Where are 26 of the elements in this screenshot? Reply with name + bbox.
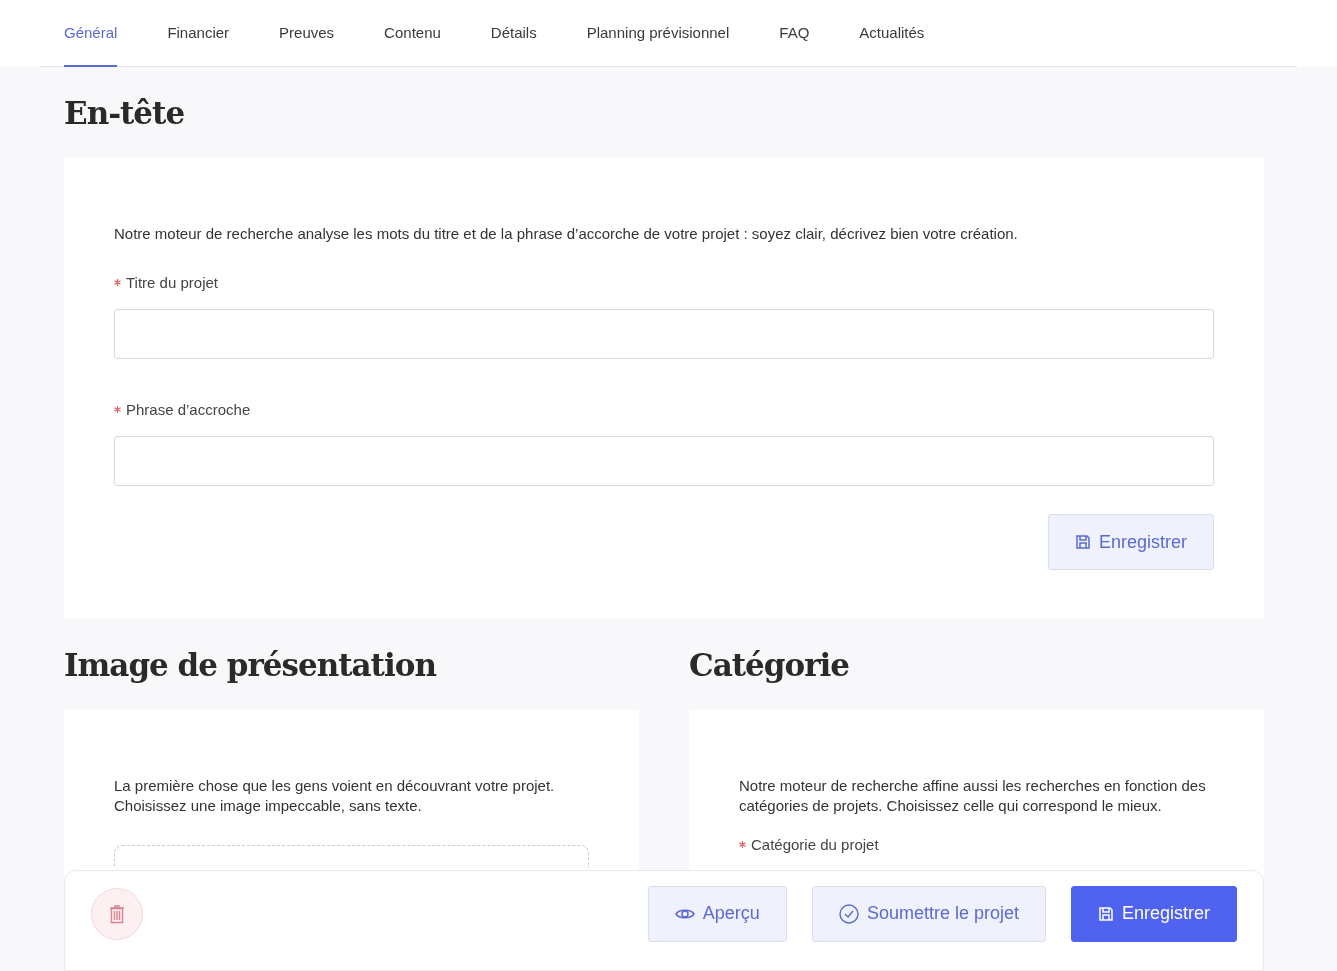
input-field[interactable] bbox=[114, 309, 1214, 359]
check-circle-icon bbox=[838, 903, 859, 924]
tab[interactable]: Financier bbox=[167, 0, 230, 67]
tab[interactable]: Général bbox=[64, 0, 118, 67]
field-label: Catégorie du projet bbox=[751, 836, 879, 853]
action-button[interactable]: Aperçu bbox=[647, 885, 787, 942]
save-button[interactable]: Enregistrer bbox=[1047, 514, 1214, 570]
intro-text: La première chose que les gens voient en découvrant votre projet. Choisissez une image impeccable, sans texte. bbox=[114, 776, 556, 816]
tab[interactable]: Contenu bbox=[384, 0, 441, 67]
section-heading: En-tête bbox=[64, 94, 186, 133]
intro-text: Notre moteur de recherche affine aussi les recherches en fonction des catégories de projets. Choisissez celle qui correspond le mieux. bbox=[739, 776, 1207, 816]
tab[interactable]: Actualités bbox=[859, 0, 925, 67]
field-label: Titre du projet bbox=[126, 274, 218, 291]
image-drop-zone[interactable] bbox=[114, 845, 589, 867]
section-heading: Catégorie bbox=[689, 646, 850, 685]
tab[interactable]: Planning prévisionnel bbox=[586, 0, 730, 67]
field-label: Phrase d’accroche bbox=[126, 401, 251, 418]
input-field[interactable] bbox=[114, 436, 1214, 486]
action-button[interactable]: Soumettre le projet bbox=[811, 885, 1046, 942]
trash-icon bbox=[109, 903, 125, 924]
section-heading: Image de présentation bbox=[64, 646, 438, 685]
action-button[interactable]: Enregistrer bbox=[1070, 885, 1237, 942]
tab[interactable]: Détails bbox=[490, 0, 537, 67]
intro-text: Notre moteur de recherche analyse les mots du titre et de la phrase d’accorche de votre projet : soyez clair, décrivez bien votre création. bbox=[114, 224, 1019, 244]
tab[interactable]: FAQ bbox=[779, 0, 810, 67]
tab[interactable]: Preuves bbox=[279, 0, 335, 67]
